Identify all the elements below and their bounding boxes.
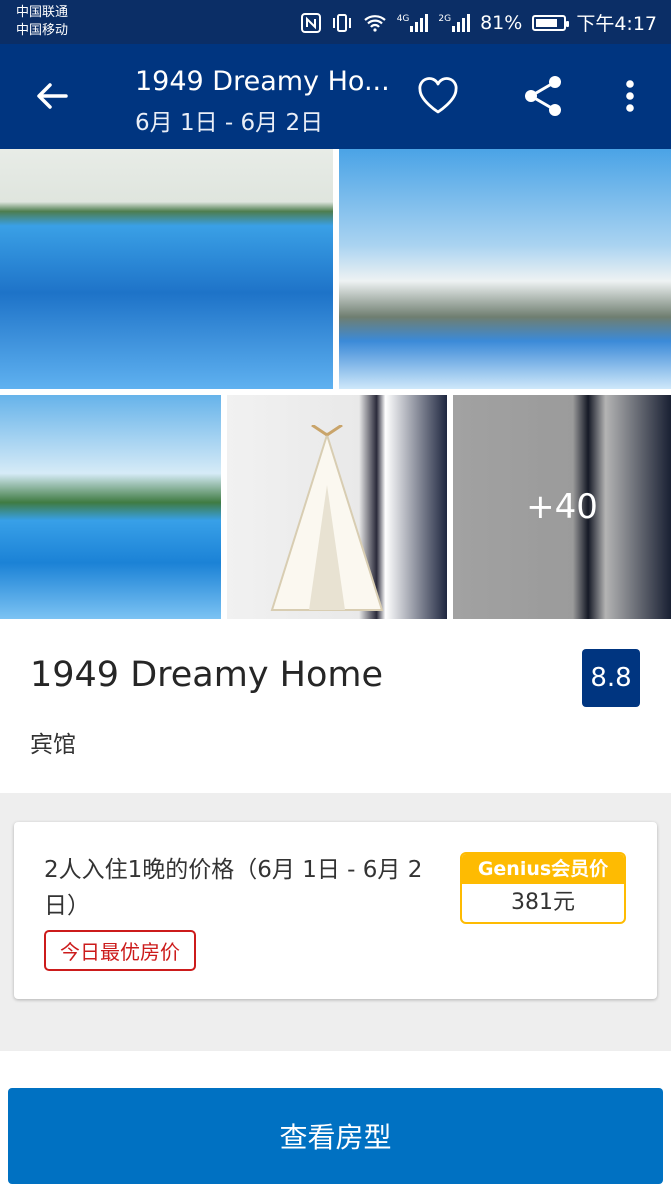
view-rooms-button[interactable]: 查看房型 xyxy=(8,1088,663,1184)
photo-villa-pool[interactable] xyxy=(339,149,671,389)
price-amount: 381元 xyxy=(511,890,575,915)
back-arrow-icon xyxy=(37,83,68,109)
share-button[interactable] xyxy=(520,72,568,120)
photo-pool-1[interactable] xyxy=(0,149,333,389)
carrier-2: 中国移动 xyxy=(16,23,69,38)
carrier-1: 中国联通 xyxy=(16,5,69,20)
review-score-badge[interactable]: 8.8 xyxy=(582,649,640,707)
price-card: 2人入住1晚的价格（6月 1日 - 6月 2日） 今日最优房价 Genius会员… xyxy=(14,822,657,999)
battery-fill xyxy=(536,18,558,27)
heart-icon xyxy=(418,77,458,114)
more-vert-icon xyxy=(626,80,634,112)
status-bar: 中国联通 中国移动 4G 2G 81% 下午4:17 xyxy=(0,0,671,44)
share-icon xyxy=(525,76,561,116)
photo-gallery: +40 xyxy=(0,149,671,619)
vibrate-icon xyxy=(331,13,353,33)
clock: 下午4:17 xyxy=(576,13,657,35)
net-type-1: 4G xyxy=(396,13,410,24)
carrier-info: 中国联通 中国移动 xyxy=(16,4,68,40)
signal-4g-icon: 4G xyxy=(396,13,429,32)
photo-more[interactable]: +40 xyxy=(453,395,671,619)
genius-price-box: Genius会员价 381元 xyxy=(460,852,626,924)
wifi-icon xyxy=(363,13,387,33)
genius-label: Genius会员价 xyxy=(462,854,624,884)
photo-pool-2[interactable] xyxy=(0,395,221,619)
status-icons: 4G 2G 81% 下午4:17 xyxy=(300,9,657,36)
signal-2g-icon: 2G xyxy=(438,13,471,32)
hotel-info: 1949 Dreamy Home 宾馆 8.8 xyxy=(0,619,671,793)
property-type: 宾馆 xyxy=(30,732,76,758)
header-title-block: 1949 Dreamy Ho... 6月 1日 - 6月 2日 xyxy=(135,66,395,137)
hotel-name: 1949 Dreamy Home xyxy=(30,655,384,695)
stay-dates: 6月 1日 - 6月 2日 xyxy=(135,110,324,136)
page-title: 1949 Dreamy Ho... xyxy=(135,66,390,97)
net-type-2: 2G xyxy=(438,13,452,24)
photo-teepee[interactable] xyxy=(227,395,447,619)
price-section: 2人入住1晚的价格（6月 1日 - 6月 2日） 今日最优房价 Genius会员… xyxy=(0,793,671,1051)
app-bar: 1949 Dreamy Ho... 6月 1日 - 6月 2日 xyxy=(0,44,671,149)
bottom-bar: 查看房型 xyxy=(0,1051,671,1192)
battery-percent: 81% xyxy=(480,11,523,34)
back-button[interactable] xyxy=(30,74,74,118)
favorite-button[interactable] xyxy=(414,72,462,120)
best-price-badge: 今日最优房价 xyxy=(44,930,196,971)
price-description: 2人入住1晚的价格（6月 1日 - 6月 2日） xyxy=(44,857,423,919)
more-options-button[interactable] xyxy=(610,72,650,120)
teepee-illustration xyxy=(270,425,384,611)
nfc-icon xyxy=(300,12,321,33)
more-photos-count: +40 xyxy=(526,487,598,527)
battery-icon xyxy=(532,14,570,31)
